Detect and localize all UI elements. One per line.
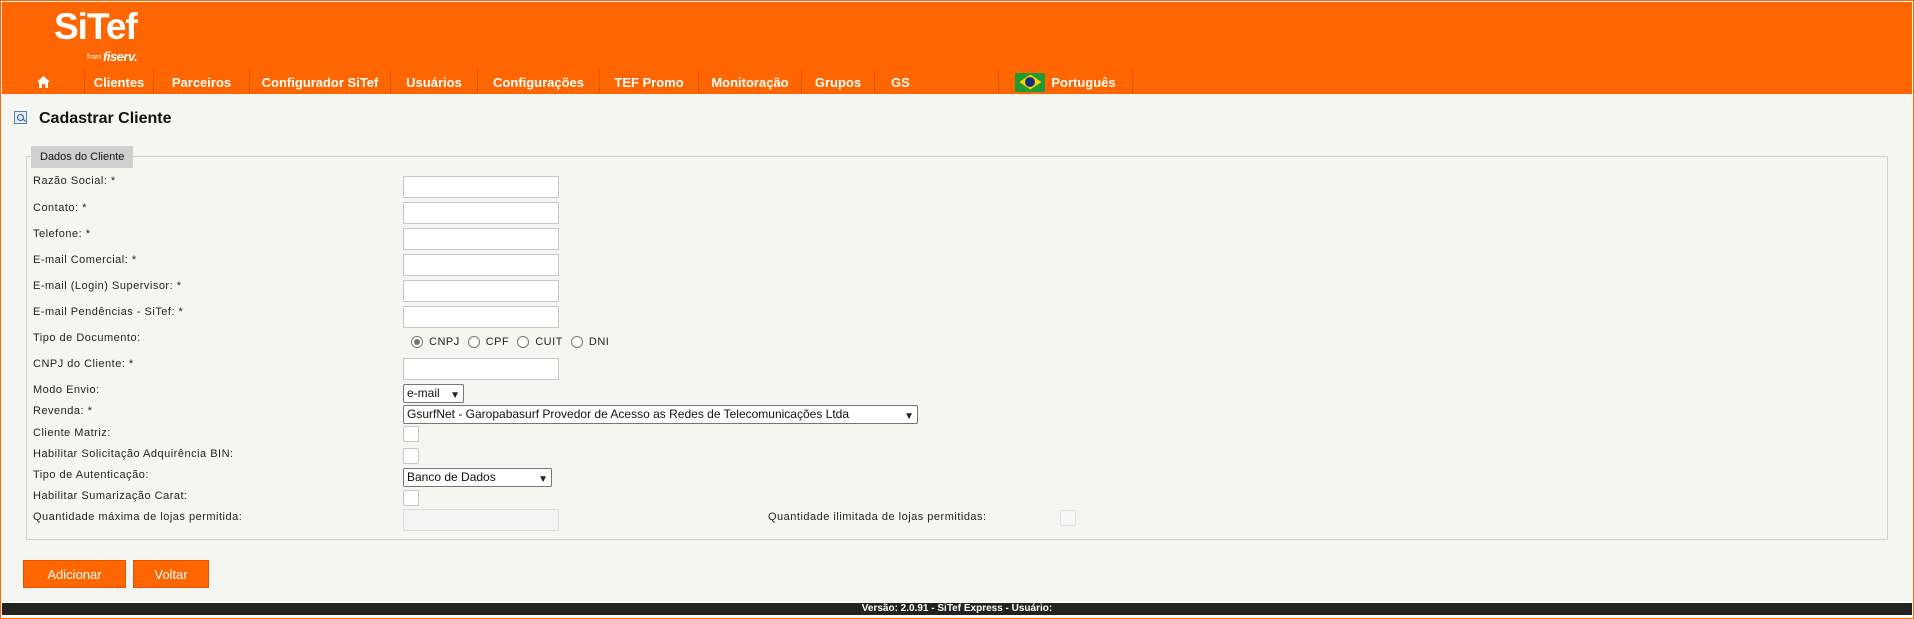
nav-monitoracao[interactable]: Monitoração <box>699 70 802 94</box>
cliente-matriz-label: Cliente Matriz: <box>33 427 111 439</box>
radio-cpf[interactable] <box>467 336 480 348</box>
email-pendencias-label: E-mail Pendências - SiTef: * <box>33 306 184 318</box>
email-pendencias-input[interactable] <box>403 306 559 328</box>
cnpj-cliente-label: CNPJ do Cliente: * <box>33 358 134 370</box>
telefone-label: Telefone: * <box>33 228 91 240</box>
nav-gs[interactable]: GS <box>875 70 999 94</box>
language-selector[interactable]: Português <box>999 70 1133 94</box>
back-button[interactable]: Voltar <box>133 560 209 588</box>
habilitar-carat-checkbox[interactable] <box>403 490 419 506</box>
tipo-autenticacao-value: Banco de Dados <box>407 470 496 484</box>
home-icon <box>36 76 50 88</box>
telefone-input[interactable] <box>403 228 559 250</box>
brazil-flag-icon <box>1015 72 1046 92</box>
nav-usuarios[interactable]: Usuários <box>391 70 478 94</box>
revenda-value: GsurfNet - Garopabasurf Provedor de Aces… <box>407 407 850 421</box>
nav-parceiros[interactable]: Parceiros <box>154 70 250 94</box>
qtd-max-lojas-label: Quantidade máxima de lojas permitida: <box>33 511 243 523</box>
tipo-documento-label: Tipo de Documento: <box>33 332 141 344</box>
radio-cnpj[interactable] <box>411 336 423 348</box>
qtd-ilimitada-lojas-checkbox[interactable] <box>1060 510 1076 526</box>
modo-envio-select[interactable]: e-mail ▼ <box>403 384 464 403</box>
fieldset-legend: Dados do Cliente <box>31 146 134 168</box>
razao-social-input[interactable] <box>403 176 559 198</box>
add-button[interactable]: Adicionar <box>23 560 126 588</box>
nav-grupos[interactable]: Grupos <box>802 70 875 94</box>
email-comercial-label: E-mail Comercial: * <box>33 254 137 266</box>
chevron-down-icon: ▼ <box>538 474 548 485</box>
contato-label: Contato: * <box>33 202 87 214</box>
radio-cpf-label: CPF <box>485 336 510 348</box>
fiserv-logo: from fiserv. <box>87 49 138 64</box>
revenda-select[interactable]: GsurfNet - Garopabasurf Provedor de Aces… <box>403 405 918 424</box>
document-type-radio-group: CNPJ CPF CUIT DNI <box>411 336 617 348</box>
version-footer: Versão: 2.0.91 - SiTef Express - Usuário… <box>2 603 1912 615</box>
page-title: Cadastrar Cliente <box>39 110 172 127</box>
modo-envio-value: e-mail <box>407 386 440 400</box>
email-supervisor-label: E-mail (Login) Supervisor: * <box>33 280 182 292</box>
nav-home[interactable] <box>2 70 85 94</box>
tipo-autenticacao-select[interactable]: Banco de Dados ▼ <box>403 468 552 487</box>
email-supervisor-input[interactable] <box>403 280 559 302</box>
search-icon <box>14 111 27 124</box>
radio-cuit[interactable] <box>517 336 530 348</box>
nav-configuracoes[interactable]: Configurações <box>478 70 600 94</box>
cnpj-cliente-input[interactable] <box>403 358 559 380</box>
header-bar: SiTef from fiserv. Clientes Parceiros Con… <box>2 2 1912 94</box>
nav-clientes[interactable]: Clientes <box>85 70 154 94</box>
main-nav: Clientes Parceiros Configurador SiTef Us… <box>2 70 1133 94</box>
habilitar-bin-label: Habilitar Solicitação Adquirência BIN: <box>33 448 234 460</box>
client-data-fieldset <box>26 156 1888 540</box>
chevron-down-icon: ▼ <box>904 411 914 422</box>
habilitar-carat-label: Habilitar Sumarização Carat: <box>33 490 188 502</box>
qtd-ilimitada-lojas-label: Quantidade ilimitada de lojas permitidas… <box>768 511 987 523</box>
qtd-max-lojas-input[interactable] <box>403 509 559 531</box>
revenda-label: Revenda: * <box>33 405 93 417</box>
contato-input[interactable] <box>403 202 559 224</box>
radio-dni-label: DNI <box>588 336 610 348</box>
sitef-logo: SiTef <box>54 6 138 47</box>
chevron-down-icon: ▼ <box>450 390 460 401</box>
razao-social-label: Razão Social: * <box>33 175 116 187</box>
nav-configurador-sitef[interactable]: Configurador SiTef <box>250 70 391 94</box>
radio-dni[interactable] <box>570 336 583 348</box>
habilitar-bin-checkbox[interactable] <box>403 448 419 464</box>
language-label: Português <box>1051 74 1116 90</box>
tipo-autenticacao-label: Tipo de Autenticação: <box>33 469 149 481</box>
radio-cnpj-label: CNPJ <box>429 336 460 348</box>
nav-tef-promo[interactable]: TEF Promo <box>600 70 699 94</box>
cliente-matriz-checkbox[interactable] <box>403 426 419 442</box>
modo-envio-label: Modo Envio: <box>33 384 100 396</box>
email-comercial-input[interactable] <box>403 254 559 276</box>
radio-cuit-label: CUIT <box>535 336 563 348</box>
